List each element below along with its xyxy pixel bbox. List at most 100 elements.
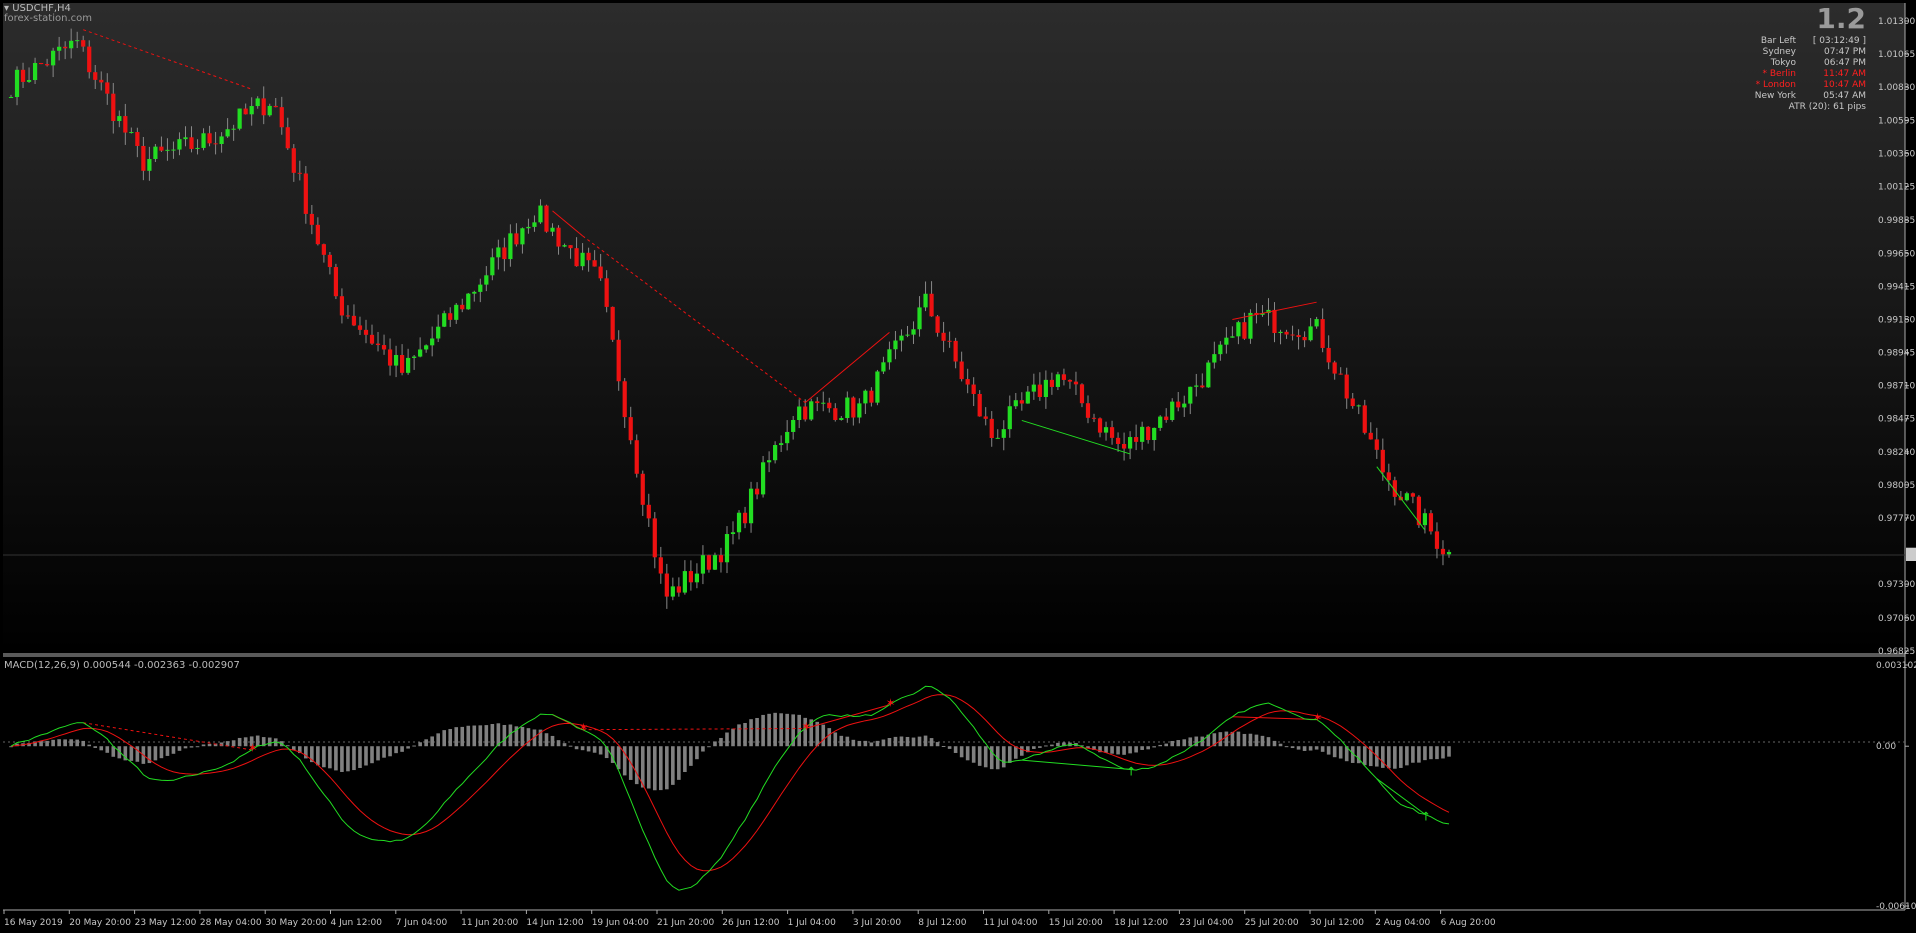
candle-body <box>622 381 627 418</box>
histogram-bar <box>1290 746 1295 749</box>
candle-body <box>821 402 826 404</box>
time-axis: 16 May 2019 20 May 20:00 23 May 12:00 28 Ma… <box>3 910 1496 928</box>
candle-body <box>261 98 266 116</box>
histogram-bar <box>472 725 477 747</box>
histogram-bar <box>352 746 356 771</box>
histogram-bar <box>1001 746 1006 768</box>
histogram-bar <box>701 746 705 752</box>
candle-body <box>339 296 345 316</box>
time-tick-label: 2 Aug 04:00 <box>1375 918 1430 928</box>
price-tick-label: 0.98710 <box>1878 382 1915 392</box>
candle-body <box>363 329 369 335</box>
price-tick-label: 1.01065 <box>1878 50 1915 60</box>
candle-body <box>1128 437 1133 449</box>
candle-body <box>748 488 754 524</box>
price-tick-label: 0.99415 <box>1878 282 1915 292</box>
candle-body <box>760 462 766 495</box>
candle-body <box>26 80 32 82</box>
candle-body <box>357 325 363 330</box>
histogram-bar <box>1007 746 1012 763</box>
histogram-bar <box>683 746 687 773</box>
candle-body <box>773 445 778 461</box>
candle-body <box>544 205 549 232</box>
histogram-bar <box>63 739 67 747</box>
histogram-bar <box>622 746 627 776</box>
histogram-bar <box>634 746 639 785</box>
histogram-bar <box>1038 746 1042 748</box>
chart-canvas[interactable]: ✶ ✶ ✶ ✶ ↑ ✶ ↑ 1.01300 1.01065 1.00830 1.00595 1.00… <box>0 0 1916 933</box>
time-tick-label: 30 May 20:00 <box>265 918 327 928</box>
histogram-bar <box>406 746 410 749</box>
candle-body <box>1037 384 1042 398</box>
candle-body <box>183 137 188 140</box>
histogram-bar <box>737 724 741 747</box>
candle-body <box>490 257 495 276</box>
candle-body <box>375 343 381 346</box>
clock-value: 07:47 PM <box>1824 47 1866 57</box>
candle-body <box>809 401 814 420</box>
histogram-bar <box>99 746 104 751</box>
candle-body <box>1374 439 1379 450</box>
histogram-bar <box>1110 746 1114 754</box>
candle-body <box>598 266 603 279</box>
histogram-bar <box>1236 731 1241 747</box>
histogram-bar <box>1326 746 1331 755</box>
price-tick-label: 0.99180 <box>1878 315 1915 325</box>
candle-body <box>201 133 206 148</box>
histogram-bar <box>749 719 753 747</box>
divergence-arrow-icon: ↑ <box>1421 809 1431 823</box>
candle-body <box>911 329 916 335</box>
candle-body <box>1446 551 1452 555</box>
histogram-bar <box>1134 746 1138 753</box>
histogram-bar <box>334 746 338 771</box>
candle-body <box>1152 427 1157 441</box>
histogram-bar <box>689 746 693 766</box>
candle-body <box>989 418 994 438</box>
candle-body <box>303 173 308 214</box>
candle-body <box>207 133 212 144</box>
histogram-bar <box>905 736 910 747</box>
candle-body <box>1109 427 1115 438</box>
macd-tick-label: 0.003102 <box>1876 661 1916 671</box>
clock-value: 10:47 AM <box>1823 80 1866 90</box>
candle-body <box>171 149 176 151</box>
histogram-bar <box>394 746 398 754</box>
clock-row: New York 05:47 AM <box>1726 91 1866 102</box>
candle-body <box>767 460 772 463</box>
time-tick-label: 11 Jun 20:00 <box>461 918 518 928</box>
clock-label: New York <box>1754 91 1796 101</box>
candle-body <box>147 158 152 171</box>
candle-body <box>1140 426 1145 442</box>
candle-body <box>1188 386 1193 404</box>
candle-body <box>845 397 850 419</box>
histogram-bar <box>1116 746 1120 755</box>
histogram-bar <box>285 745 290 747</box>
histogram-bar <box>1411 746 1415 763</box>
candle-body <box>165 149 170 151</box>
candle-body <box>1290 334 1295 336</box>
candle-body <box>1410 493 1415 497</box>
histogram-bar <box>1182 739 1187 747</box>
histogram-bar <box>159 746 164 759</box>
histogram-bar <box>340 746 344 772</box>
histogram-bar <box>574 746 579 750</box>
candle-body <box>1296 335 1301 337</box>
candle-body <box>875 371 880 403</box>
time-tick-label: 30 Jul 12:00 <box>1310 918 1364 928</box>
histogram-bar <box>773 712 777 747</box>
histogram-bar <box>412 745 416 747</box>
price-tick-label: 0.98240 <box>1878 448 1915 458</box>
candle-body <box>442 313 447 327</box>
histogram-bar <box>322 746 326 768</box>
candle-body <box>1164 416 1169 420</box>
candle-body <box>971 384 976 394</box>
histogram-bar <box>1194 736 1199 747</box>
divergence-arrow-icon: ✶ <box>248 741 258 755</box>
candle-body <box>315 224 320 245</box>
candle-body <box>959 361 964 380</box>
candle-body <box>418 349 423 357</box>
candle-body <box>1440 548 1446 555</box>
histogram-bar <box>833 732 838 747</box>
histogram-bar <box>779 713 783 747</box>
histogram-bar <box>1050 744 1054 747</box>
